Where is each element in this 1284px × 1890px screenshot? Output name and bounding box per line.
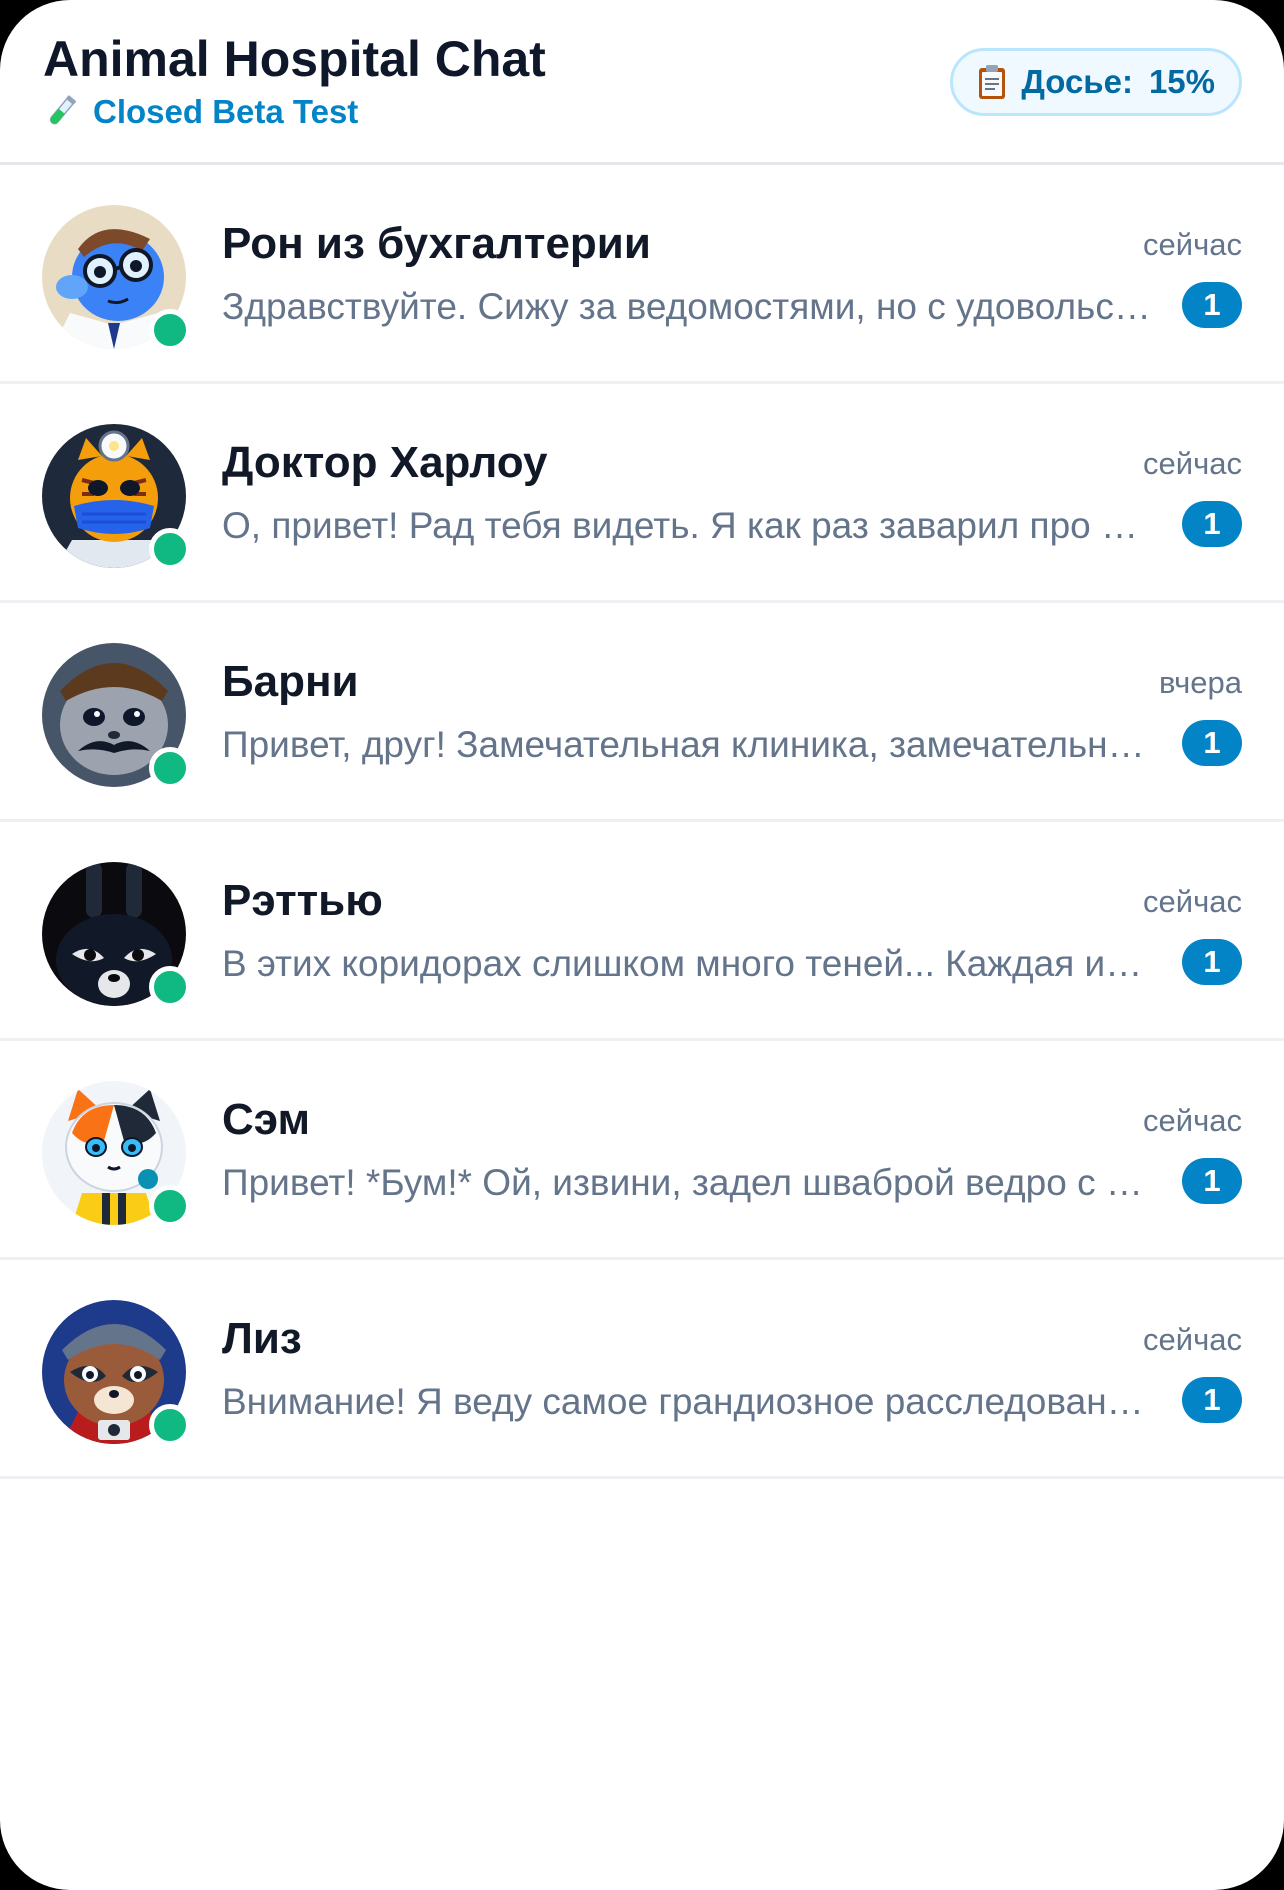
message-preview: О, привет! Рад тебя видеть. Я как раз за…: [222, 505, 1152, 546]
online-status-indicator: [149, 1404, 191, 1446]
app-header: Animal Hospital Chat Closed Beta Test До: [0, 0, 1284, 165]
chat-list-item[interactable]: Рэттью сейчас В этих коридорах слишком м…: [0, 822, 1284, 1041]
online-status-indicator: [149, 747, 191, 789]
chat-list: Рон из бухгалтерии сейчас Здравствуйте. …: [0, 165, 1284, 1479]
dossier-value: 15%: [1148, 63, 1215, 100]
dossier-progress-button[interactable]: Досье: 15%: [950, 48, 1242, 116]
unread-count-badge: 1: [1182, 1377, 1242, 1423]
contact-name: Рон из бухгалтерии: [222, 219, 651, 268]
message-time: сейчас: [1143, 1103, 1242, 1138]
app-title: Animal Hospital Chat: [43, 31, 546, 87]
contact-name: Рэттью: [222, 876, 383, 925]
chat-list-item[interactable]: Барни вчера Привет, друг! Замечательная …: [0, 603, 1284, 822]
contact-name: Барни: [222, 657, 359, 706]
unread-count-badge: 1: [1182, 1158, 1242, 1204]
message-preview: Привет! *Бум!* Ой, извини, задел шваброй…: [222, 1162, 1152, 1203]
app-screen: Animal Hospital Chat Closed Beta Test До: [0, 0, 1284, 1890]
online-status-indicator: [149, 309, 191, 351]
online-status-indicator: [149, 966, 191, 1008]
message-time: сейчас: [1143, 446, 1242, 481]
chat-list-item[interactable]: Сэм сейчас Привет! *Бум!* Ой, извини, за…: [0, 1041, 1284, 1260]
message-preview: В этих коридорах слишком много теней... …: [222, 943, 1152, 984]
online-status-indicator: [149, 1185, 191, 1227]
subtitle-text: Closed Beta Test: [93, 93, 359, 130]
chat-list-item[interactable]: Лиз сейчас Внимание! Я веду самое гранди…: [0, 1260, 1284, 1479]
message-time: вчера: [1159, 665, 1242, 700]
contact-name: Лиз: [222, 1314, 302, 1363]
contact-name: Доктор Харлоу: [222, 438, 548, 487]
chat-list-item[interactable]: Рон из бухгалтерии сейчас Здравствуйте. …: [0, 165, 1284, 384]
message-preview: Привет, друг! Замечательная клиника, зам…: [222, 724, 1152, 765]
unread-count-badge: 1: [1182, 501, 1242, 547]
unread-count-badge: 1: [1182, 720, 1242, 766]
message-preview: Внимание! Я веду самое грандиозное рассл…: [222, 1381, 1152, 1422]
clipboard-icon: [979, 65, 1006, 99]
message-time: сейчас: [1143, 227, 1242, 262]
message-preview: Здравствуйте. Сижу за ведомостями, но с …: [222, 286, 1152, 327]
test-tube-icon: [49, 95, 76, 125]
unread-count-badge: 1: [1182, 282, 1242, 328]
chat-list-item[interactable]: Доктор Харлоу сейчас О, привет! Рад тебя…: [0, 384, 1284, 603]
online-status-indicator: [149, 528, 191, 570]
message-time: сейчас: [1143, 1322, 1242, 1357]
dossier-label: Досье:: [1021, 63, 1133, 100]
beta-subtitle: Closed Beta Test: [43, 92, 358, 132]
unread-count-badge: 1: [1182, 939, 1242, 985]
contact-name: Сэм: [222, 1095, 311, 1144]
message-time: сейчас: [1143, 884, 1242, 919]
